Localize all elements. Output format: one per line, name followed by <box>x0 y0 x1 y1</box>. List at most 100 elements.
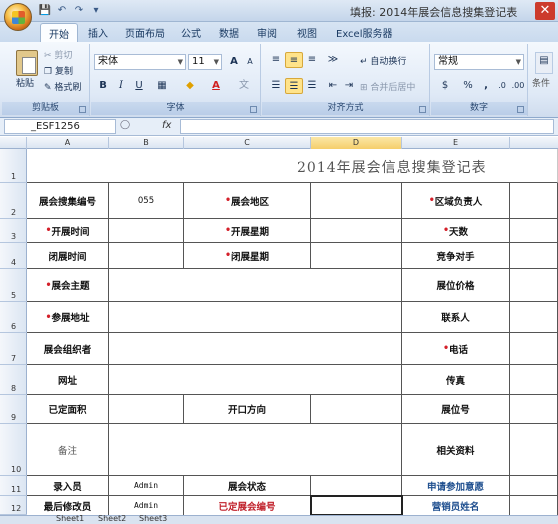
fax-value[interactable] <box>510 365 558 395</box>
column-header-f[interactable] <box>510 137 558 149</box>
salesperson-name-value[interactable] <box>510 496 558 515</box>
remarks-value[interactable] <box>109 424 402 476</box>
row-header-9[interactable]: 9 <box>0 395 27 424</box>
italic-button[interactable]: I <box>112 78 130 94</box>
copy-button[interactable]: ❐ 复制 <box>44 64 73 77</box>
number-format-select[interactable]: 常规 ▼ <box>434 54 524 70</box>
formula-input[interactable] <box>180 119 554 134</box>
row-header-3[interactable]: 3 <box>0 219 27 243</box>
conditional-format-label[interactable]: 条件 <box>532 76 550 89</box>
name-box[interactable]: _ESF1256 <box>4 119 116 134</box>
customize-qat-icon[interactable]: ▾ <box>89 4 103 18</box>
percent-button[interactable]: % <box>459 78 477 94</box>
column-header-d[interactable]: D <box>311 137 402 149</box>
dialog-launcher-icon[interactable] <box>250 106 257 113</box>
tab-page-layout[interactable]: 页面布局 <box>125 25 165 40</box>
font-color-icon[interactable]: A <box>207 78 225 94</box>
dialog-launcher-icon[interactable] <box>79 106 86 113</box>
exhibition-id-value[interactable]: 055 <box>109 183 184 219</box>
column-header-a[interactable]: A <box>27 137 109 149</box>
paste-icon[interactable] <box>16 50 38 76</box>
column-header-c[interactable]: C <box>184 137 311 149</box>
column-header-b[interactable]: B <box>109 137 184 149</box>
start-date-value[interactable] <box>109 219 184 243</box>
tab-insert[interactable]: 插入 <box>88 25 108 40</box>
merge-center-button[interactable]: ⊞ 合并后居中 <box>360 80 415 93</box>
organizer-value[interactable] <box>109 333 402 365</box>
insert-function-icon[interactable]: fx <box>162 120 171 131</box>
booked-area-value[interactable] <box>109 395 184 424</box>
select-all-corner[interactable] <box>0 137 27 149</box>
end-weekday-value[interactable] <box>311 243 402 269</box>
align-bottom-icon[interactable]: ≡ <box>303 52 321 68</box>
tab-home[interactable]: 开始 <box>40 23 78 42</box>
row-header-10[interactable]: 10 <box>0 424 27 476</box>
office-button[interactable] <box>4 3 32 31</box>
active-cell-selection[interactable] <box>310 495 403 515</box>
dialog-launcher-icon[interactable] <box>517 106 524 113</box>
booth-price-value[interactable] <box>510 269 558 302</box>
row-header-4[interactable]: 4 <box>0 243 27 269</box>
indent-increase-icon[interactable]: ⇥ <box>340 78 358 94</box>
sheet-tab-3[interactable]: Sheet3 <box>139 514 167 523</box>
borders-icon[interactable]: ▦ <box>153 78 171 94</box>
row-header-12[interactable]: 12 <box>0 496 27 515</box>
booth-number-value[interactable] <box>510 395 558 424</box>
fill-color-icon[interactable]: ◆ <box>181 78 199 94</box>
opening-direction-value[interactable] <box>311 395 402 424</box>
format-painter-button[interactable]: ✎ 格式刷 <box>44 80 81 93</box>
contact-value[interactable] <box>510 302 558 333</box>
row-header-5[interactable]: 5 <box>0 269 27 302</box>
align-right-icon[interactable]: ☰ <box>303 78 321 94</box>
row-header-7[interactable]: 7 <box>0 333 27 365</box>
row-header-2[interactable]: 2 <box>0 183 27 219</box>
phone-value[interactable] <box>510 333 558 365</box>
font-name-select[interactable]: 宋体 ▼ <box>94 54 186 70</box>
font-size-select[interactable]: 11 ▼ <box>188 54 222 70</box>
row-header-6[interactable]: 6 <box>0 302 27 333</box>
align-center-icon[interactable]: ☰ <box>285 78 303 94</box>
underline-button[interactable]: U <box>130 78 148 94</box>
start-weekday-value[interactable] <box>311 219 402 243</box>
tab-formulas[interactable]: 公式 <box>181 25 201 40</box>
align-left-icon[interactable]: ☰ <box>267 78 285 94</box>
exhibition-region-value[interactable] <box>311 183 402 219</box>
sheet-tab-1[interactable]: Sheet1 <box>56 514 84 523</box>
tab-review[interactable]: 审阅 <box>257 25 277 40</box>
exhibition-status-value[interactable] <box>311 476 402 496</box>
row-header-11[interactable]: 11 <box>0 476 27 496</box>
save-icon[interactable]: 💾 <box>38 4 52 18</box>
currency-icon[interactable]: $ <box>436 78 454 94</box>
venue-address-value[interactable] <box>109 302 402 333</box>
wrap-text-button[interactable]: ↵ 自动换行 <box>360 54 406 67</box>
tab-data[interactable]: 数据 <box>219 25 239 40</box>
align-middle-icon[interactable]: ≡ <box>285 52 303 68</box>
website-value[interactable] <box>109 365 402 395</box>
last-modified-by-value[interactable]: Admin <box>109 496 184 515</box>
align-top-icon[interactable]: ≡ <box>267 52 285 68</box>
undo-icon[interactable]: ↶ <box>55 4 69 18</box>
formula-bar-expand-icon[interactable]: ◯ <box>120 120 130 130</box>
theme-value[interactable] <box>109 269 402 302</box>
participation-intent-value[interactable] <box>510 476 558 496</box>
tab-view[interactable]: 视图 <box>297 25 317 40</box>
dialog-launcher-icon[interactable] <box>419 106 426 113</box>
paste-button[interactable]: 粘贴 <box>16 76 34 89</box>
redo-icon[interactable]: ↷ <box>72 4 86 18</box>
bold-button[interactable]: B <box>94 78 112 94</box>
sheet-tab-2[interactable]: Sheet2 <box>98 514 126 523</box>
phonetic-icon[interactable]: 文 <box>235 78 253 94</box>
related-materials-value[interactable] <box>510 424 558 476</box>
decrease-decimal-icon[interactable]: .00 <box>509 78 527 94</box>
cut-button[interactable]: ✂ 剪切 <box>44 48 72 61</box>
tab-excel-server[interactable]: Excel服务器 <box>336 25 393 40</box>
end-date-value[interactable] <box>109 243 184 269</box>
row-header-8[interactable]: 8 <box>0 365 27 395</box>
close-button[interactable]: ✕ <box>535 2 555 20</box>
conditional-format-icon[interactable]: ▤ <box>535 52 553 74</box>
shrink-font-button[interactable]: A <box>241 54 259 70</box>
competitors-value[interactable] <box>510 243 558 269</box>
days-value[interactable] <box>510 219 558 243</box>
region-manager-value[interactable] <box>510 183 558 219</box>
orientation-icon[interactable]: ≫ <box>324 52 342 68</box>
